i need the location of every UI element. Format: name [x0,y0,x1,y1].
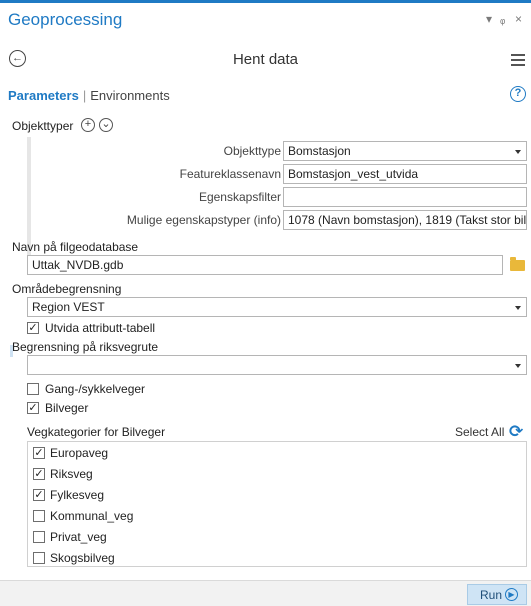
help-icon[interactable]: ? [510,86,526,102]
tab-environments[interactable]: Environments [90,88,169,103]
plus-circle-icon[interactable]: + [81,118,95,132]
egenskapstyper-input[interactable]: 1078 (Navn bomstasjon), 1819 (Takst stor… [283,210,527,230]
featureklassenavn-label: Featureklassenavn [179,167,281,181]
vegkategorier-label: Vegkategorier for Bilveger [27,425,166,439]
gang-checkbox[interactable] [27,383,39,395]
tab-parameters[interactable]: Parameters [8,88,79,103]
pane-titlebar: Geoprocessing ▾ ᵩ × [0,0,531,36]
skogsbilveg-checkbox[interactable] [33,552,45,564]
footer-bar [0,580,531,606]
objekttyper-label: Objekttyper [12,119,74,133]
list-item: Riksveg [50,467,93,481]
hamburger-menu-icon[interactable] [511,54,525,69]
chevron-down-icon [515,364,521,368]
close-icon[interactable]: × [515,12,522,26]
tool-name: Hent data [232,51,299,68]
utvida-checkbox[interactable]: ✓ [27,322,39,334]
list-item: Privat_veg [50,530,107,544]
tool-header: ← Hent data [0,44,531,74]
run-label: Run [480,588,503,602]
objekttype-dropdown[interactable]: Bomstasjon [283,141,527,161]
bilveger-checkbox[interactable]: ✓ [27,402,39,414]
play-circle-icon: ▶ [505,588,518,601]
vegkategorier-list: ✓ Europaveg ✓ Riksveg ✓ Fylkesveg Kommun… [27,441,527,567]
omrade-value: Region VEST [32,300,105,314]
egenskapsfilter-input[interactable] [283,187,527,207]
objekttype-label: Objekttype [223,144,281,158]
gang-label: Gang-/sykkelveger [45,382,146,396]
riksvegrute-label: Begrensning på riksvegrute [12,340,159,354]
utvida-label: Utvida attributt-tabell [45,321,156,335]
objekttype-value: Bomstasjon [288,144,351,158]
tab-bar: Parameters | Environments [8,88,170,103]
tab-separator: | [82,88,87,103]
riksvegrute-dropdown[interactable] [27,355,527,375]
list-item: Kommunal_veg [50,509,134,523]
riksveg-checkbox[interactable]: ✓ [33,468,45,480]
filgeodatabase-label: Navn på filgeodatabase [12,240,139,254]
featureklassenavn-input[interactable]: Bomstasjon_vest_utvida [283,164,527,184]
chevron-down-icon [515,150,521,154]
select-all-link[interactable]: Select All [455,425,504,439]
europaveg-checkbox[interactable]: ✓ [33,447,45,459]
bilveger-label: Bilveger [45,401,89,415]
privat-veg-checkbox[interactable] [33,531,45,543]
omrade-label: Områdebegrensning [12,282,122,296]
chevron-down-icon [515,306,521,310]
kommunal-veg-checkbox[interactable] [33,510,45,522]
pane-title: Geoprocessing [8,10,123,29]
list-item: Fylkesveg [50,488,105,502]
run-button[interactable]: Run ▶ [467,584,527,605]
omrade-dropdown[interactable]: Region VEST [27,297,527,317]
folder-icon[interactable] [510,257,525,271]
pane-options-icon[interactable]: ▾ [486,12,492,26]
list-item: Skogsbilveg [50,551,115,565]
pin-icon[interactable]: ᵩ [500,12,505,26]
egenskapstyper-label: Mulige egenskapstyper (info) [126,213,281,227]
fylkesveg-checkbox[interactable]: ✓ [33,489,45,501]
filgeodatabase-input[interactable]: Uttak_NVDB.gdb [27,255,503,275]
refresh-icon[interactable]: ⟳ [509,422,523,442]
list-item: Europaveg [50,446,109,460]
chevron-down-circle-icon[interactable]: ⌄ [99,118,113,132]
egenskapsfilter-label: Egenskapsfilter [198,190,281,204]
